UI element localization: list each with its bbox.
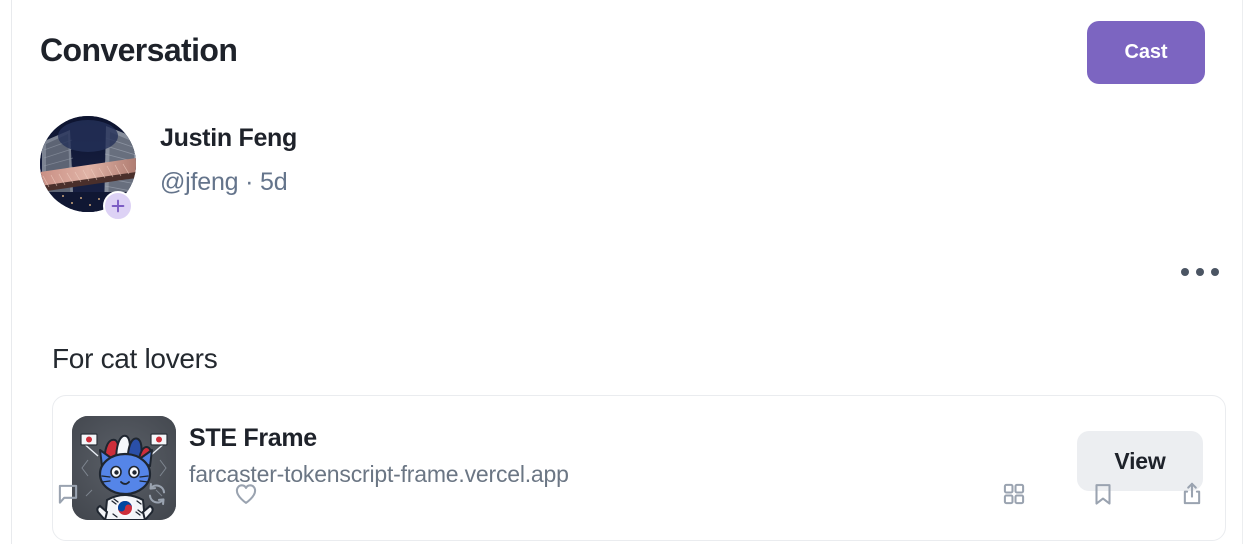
action-bar-right-group: [992, 472, 1214, 516]
ellipsis-dot: [1211, 268, 1219, 276]
frame-title: STE Frame: [189, 424, 317, 452]
more-options-button[interactable]: [1172, 252, 1228, 292]
heart-icon: [235, 484, 257, 504]
plus-icon: [111, 199, 125, 213]
page-header: Conversation Cast: [12, 0, 1242, 104]
share-upload-icon: [1183, 482, 1201, 505]
comment-button[interactable]: [46, 472, 90, 516]
cast-header: Justin Feng @jfeng · 5d: [12, 104, 1242, 221]
speech-bubble-icon: [58, 484, 78, 504]
author-handle-timestamp: @jfeng · 5d: [160, 168, 288, 196]
like-button[interactable]: [224, 472, 268, 516]
action-bar-left-group: [46, 472, 268, 516]
bookmark-icon: [1095, 484, 1111, 505]
follow-badge[interactable]: [103, 191, 133, 221]
bookmark-button[interactable]: [1081, 472, 1125, 516]
conversation-page: Conversation Cast Justin Feng @jfeng · 5…: [0, 0, 1248, 544]
page-title: Conversation: [40, 32, 238, 68]
cast-action-bar: [12, 462, 1242, 544]
ellipsis-dot: [1196, 268, 1204, 276]
cast-button[interactable]: Cast: [1087, 21, 1205, 84]
recast-button[interactable]: [135, 472, 179, 516]
column-rule-right: [1242, 0, 1243, 544]
author-display-name[interactable]: Justin Feng: [160, 122, 297, 154]
cast-text: For cat lovers: [52, 343, 218, 374]
grid-squares-icon: [1003, 483, 1025, 505]
recycle-arrows-icon: [148, 483, 166, 505]
cast-container: Justin Feng @jfeng · 5d For cat lovers S…: [12, 104, 1242, 541]
apps-grid-button[interactable]: [992, 472, 1036, 516]
ellipsis-dot: [1181, 268, 1189, 276]
avatar-wrapper[interactable]: [40, 116, 136, 221]
share-button[interactable]: [1170, 472, 1214, 516]
